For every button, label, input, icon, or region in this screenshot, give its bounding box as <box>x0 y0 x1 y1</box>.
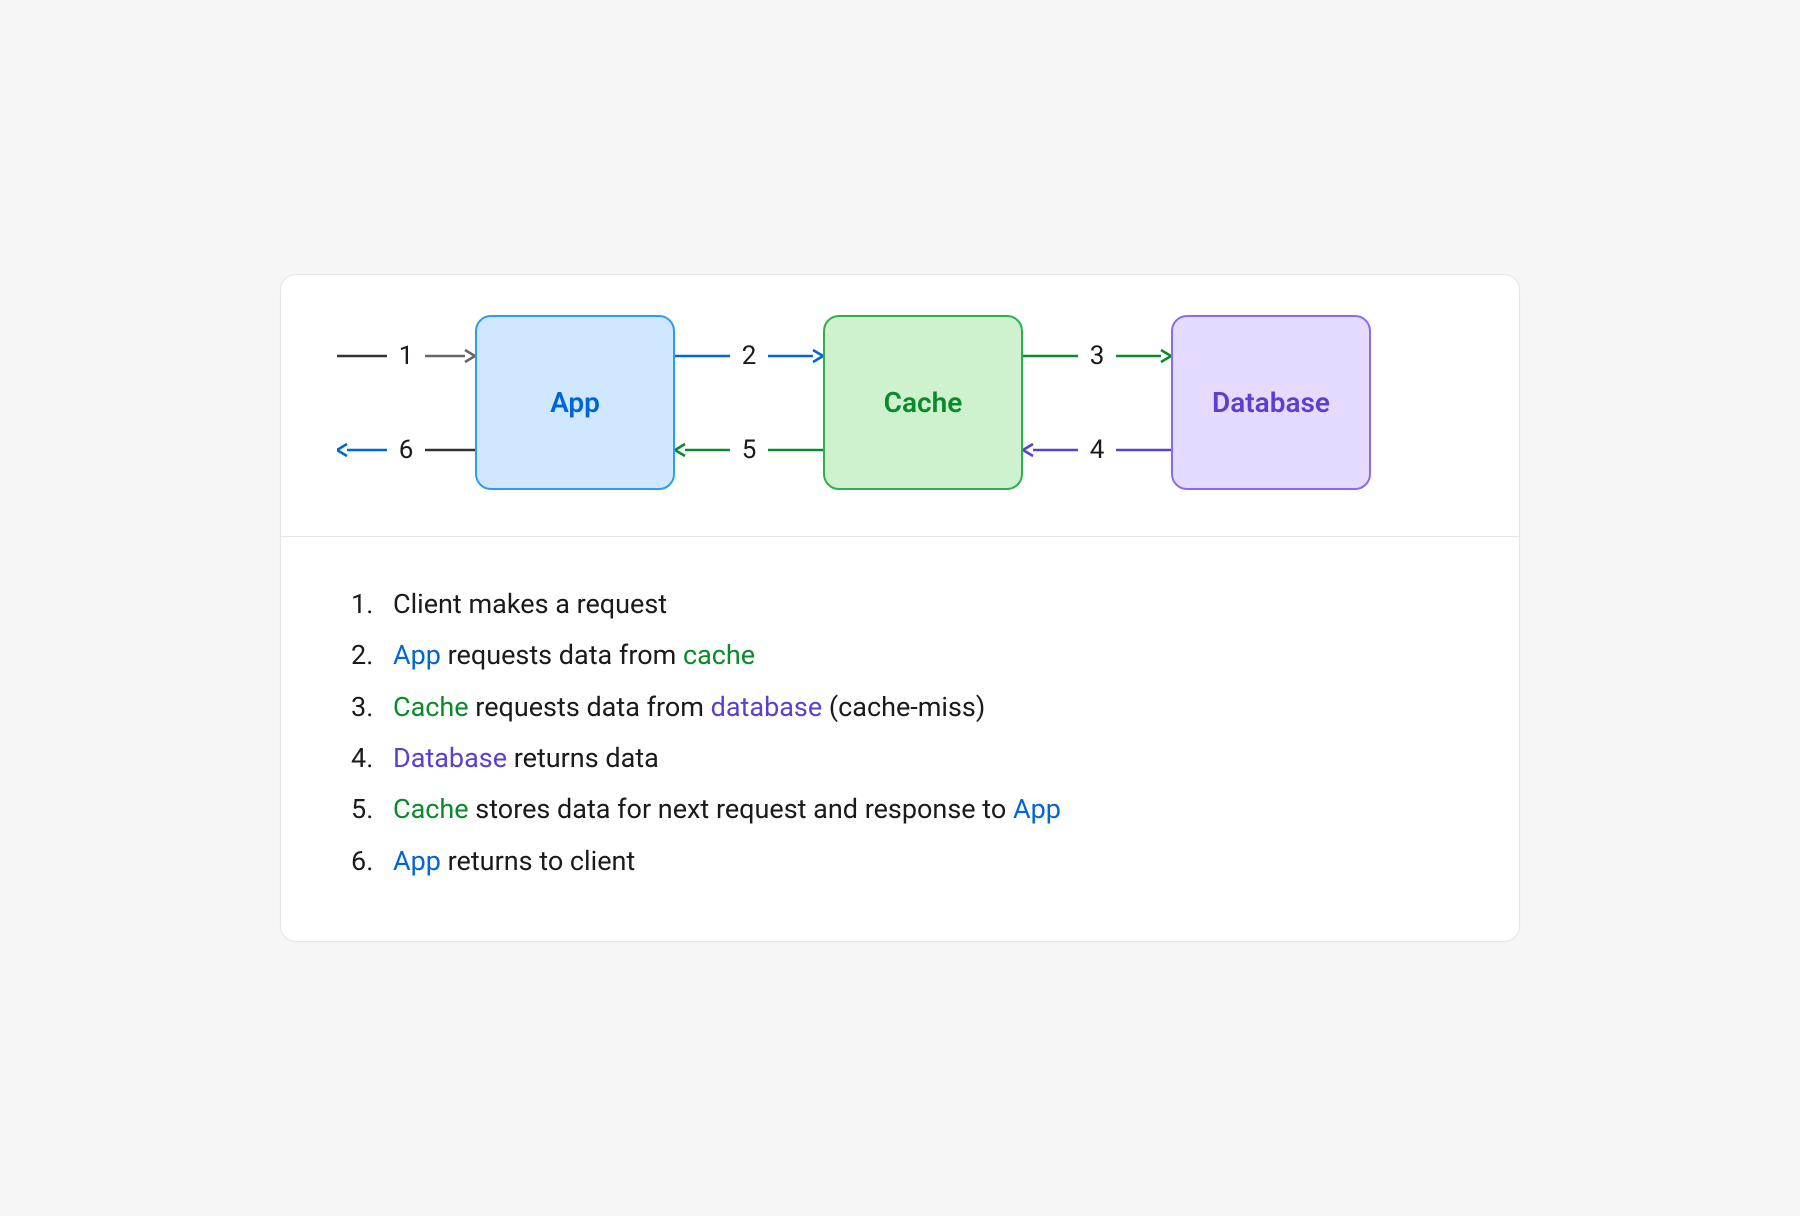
legend-text: requests data from <box>469 691 711 723</box>
node-database: Database <box>1171 315 1371 490</box>
node-label: Cache <box>884 386 963 419</box>
arrow-label: 3 <box>1088 341 1106 371</box>
arrow-label: 2 <box>740 341 758 371</box>
arrow-right-icon <box>425 348 475 364</box>
arrow-6: 6 <box>337 435 475 465</box>
legend-step-5: Cache stores data for next request and r… <box>351 784 1449 835</box>
arrow-label: 6 <box>397 435 415 465</box>
arrow-right-icon <box>425 442 475 458</box>
diagram-card: 1 6 App 2 5 <box>280 274 1520 942</box>
legend-keyword-cache: Cache <box>393 793 469 825</box>
arrow-left-icon <box>337 442 387 458</box>
arrow-col-app-cache: 2 5 <box>675 323 823 483</box>
legend-text: Client makes a request <box>393 588 667 620</box>
legend-text: requests data from <box>441 639 683 671</box>
legend-step-3: Cache requests data from database (cache… <box>351 682 1449 733</box>
legend-keyword-app: App <box>393 845 441 877</box>
arrow-right-icon <box>675 348 730 364</box>
legend-list: Client makes a request App requests data… <box>351 579 1449 887</box>
arrow-right-icon <box>337 348 387 364</box>
legend-area: Client makes a request App requests data… <box>281 537 1519 941</box>
node-cache: Cache <box>823 315 1023 490</box>
arrow-2: 2 <box>675 341 823 371</box>
legend-text: stores data for next request and respons… <box>469 793 1013 825</box>
legend-keyword-database: Database <box>393 742 507 774</box>
arrow-right-icon <box>768 348 823 364</box>
arrow-label: 4 <box>1088 435 1106 465</box>
diagram-area: 1 6 App 2 5 <box>281 275 1519 537</box>
legend-text: returns data <box>507 742 659 774</box>
arrow-label: 5 <box>740 435 758 465</box>
arrow-right-icon <box>768 442 823 458</box>
legend-keyword-database: database <box>711 691 823 723</box>
arrow-right-icon <box>1023 348 1078 364</box>
arrow-col-cache-db: 3 4 <box>1023 323 1171 483</box>
legend-step-6: App returns to client <box>351 836 1449 887</box>
arrow-3: 3 <box>1023 341 1171 371</box>
legend-keyword-app: App <box>393 639 441 671</box>
legend-text: (cache-miss) <box>822 691 985 723</box>
arrow-label: 1 <box>397 341 415 371</box>
node-label: App <box>550 386 600 419</box>
arrow-1: 1 <box>337 341 475 371</box>
arrow-left-icon <box>1023 442 1078 458</box>
legend-step-1: Client makes a request <box>351 579 1449 630</box>
legend-text: returns to client <box>441 845 635 877</box>
legend-keyword-app: App <box>1013 793 1061 825</box>
arrow-col-client: 1 6 <box>337 323 475 483</box>
node-label: Database <box>1212 386 1330 419</box>
arrow-right-icon <box>1116 442 1171 458</box>
arrow-right-icon <box>1116 348 1171 364</box>
legend-step-2: App requests data from cache <box>351 630 1449 681</box>
arrow-left-icon <box>675 442 730 458</box>
node-app: App <box>475 315 675 490</box>
legend-keyword-cache: Cache <box>393 691 469 723</box>
arrow-4: 4 <box>1023 435 1171 465</box>
legend-step-4: Database returns data <box>351 733 1449 784</box>
arrow-5: 5 <box>675 435 823 465</box>
legend-keyword-cache: cache <box>683 639 755 671</box>
